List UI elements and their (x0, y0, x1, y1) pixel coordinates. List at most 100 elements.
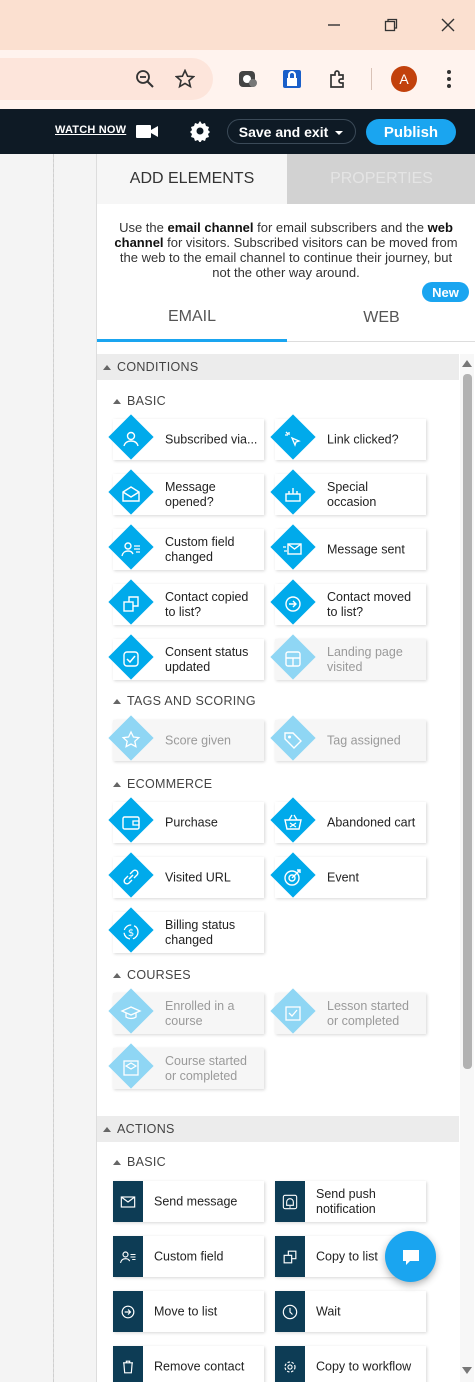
condition-icon-badge: $ (108, 907, 156, 953)
action-label: Move to list (154, 1304, 218, 1318)
user-lines-icon (119, 1250, 136, 1263)
zoom-out-icon[interactable] (133, 67, 157, 91)
channel-intro-text: Use the email channel for email subscrib… (111, 220, 461, 280)
close-icon[interactable] (434, 12, 462, 38)
conditions-label: CONDITIONS (117, 360, 199, 374)
workflow-canvas[interactable] (0, 154, 96, 1382)
menu-dots-icon[interactable] (437, 67, 461, 91)
ecommerce-header[interactable]: ECOMMERCE (113, 777, 212, 791)
collapse-triangle-icon (113, 398, 121, 404)
action-element[interactable]: Send push notification (275, 1181, 426, 1222)
courses-header[interactable]: COURSES (113, 968, 191, 982)
action-icon-badge (113, 1236, 143, 1277)
tab-web[interactable]: WEB (287, 294, 475, 342)
watch-now-link[interactable]: WATCH NOW (55, 124, 126, 136)
condition-element[interactable]: Tag assigned (270, 715, 426, 761)
condition-element[interactable]: Purchase (108, 797, 264, 843)
tags-scoring-header[interactable]: TAGS AND SCORING (113, 694, 256, 708)
actions-section-header[interactable]: ACTIONS (97, 1116, 459, 1142)
collapse-triangle-icon (103, 364, 111, 370)
action-element[interactable]: Wait (275, 1291, 426, 1332)
intro-text-1: Use the (119, 220, 168, 235)
minimize-icon[interactable] (320, 12, 348, 38)
condition-element[interactable]: Consent status updated (108, 634, 264, 680)
action-label: Remove contact (154, 1359, 245, 1373)
condition-element[interactable]: Subscribed via... (108, 414, 264, 460)
scroll-up-icon[interactable] (462, 360, 472, 367)
condition-icon-badge (270, 579, 318, 625)
condition-element[interactable]: Landing page visited (270, 634, 426, 680)
action-icon-badge (113, 1181, 143, 1222)
condition-icon-badge (108, 797, 156, 843)
condition-element[interactable]: Message opened? (108, 469, 264, 515)
condition-icon-badge (270, 988, 318, 1034)
condition-label: Landing page visited (327, 644, 403, 674)
condition-element[interactable]: Contact copied to list? (108, 579, 264, 625)
conditions-basic-header[interactable]: BASIC (113, 394, 166, 408)
condition-element[interactable]: Custom field changed (108, 524, 264, 570)
avatar[interactable]: A (391, 66, 417, 92)
condition-element[interactable]: Special occasion (270, 469, 426, 515)
scroll-down-icon[interactable] (462, 1367, 472, 1374)
action-label: Send push notification (316, 1186, 376, 1216)
tag-icon (284, 732, 302, 749)
tab-add-elements[interactable]: ADD ELEMENTS (97, 154, 287, 204)
condition-element[interactable]: Abandoned cart (270, 797, 426, 843)
condition-icon-badge (108, 715, 156, 761)
tab-email[interactable]: EMAIL (97, 294, 287, 342)
condition-label: Visited URL (165, 870, 231, 884)
extensions-puzzle-icon[interactable] (326, 67, 350, 91)
tab-properties[interactable]: PROPERTIES (287, 154, 475, 204)
action-element[interactable]: Remove contact (113, 1346, 264, 1382)
collapse-triangle-icon (113, 698, 121, 704)
extension-icon[interactable] (236, 67, 260, 91)
password-manager-icon[interactable] (280, 67, 304, 91)
condition-icon-badge (108, 988, 156, 1034)
action-icon-badge (275, 1346, 305, 1382)
condition-element[interactable]: Message sent (270, 524, 426, 570)
action-element[interactable]: Move to list (113, 1291, 264, 1332)
publish-button[interactable]: Publish (366, 119, 456, 145)
chat-button[interactable] (385, 1231, 436, 1282)
condition-element[interactable]: Visited URL (108, 852, 264, 898)
restore-icon[interactable] (377, 12, 405, 38)
gear-icon[interactable] (189, 120, 211, 147)
condition-element[interactable]: Enrolled in a course (108, 988, 264, 1034)
action-label: Copy to workflow (316, 1359, 412, 1373)
bookmark-star-icon[interactable] (173, 67, 197, 91)
condition-icon-badge (270, 469, 318, 515)
condition-element[interactable]: Score given (108, 715, 264, 761)
conditions-section-header[interactable]: CONDITIONS (97, 354, 459, 380)
condition-element[interactable]: Course started or completed (108, 1043, 264, 1089)
collapse-triangle-icon (103, 1126, 111, 1132)
condition-icon-badge (270, 634, 318, 680)
action-element[interactable]: Copy to workflow (275, 1346, 426, 1382)
condition-element[interactable]: Link clicked? (270, 414, 426, 460)
actions-basic-header[interactable]: BASIC (113, 1155, 166, 1169)
trash-icon (123, 1360, 133, 1373)
action-element[interactable]: Custom field (113, 1236, 264, 1277)
actions-label: ACTIONS (117, 1122, 175, 1136)
svg-text:$: $ (128, 928, 134, 939)
checkbox-icon (123, 651, 139, 667)
condition-icon-badge (270, 715, 318, 761)
condition-element[interactable]: Lesson started or completed (270, 988, 426, 1034)
link-icon (123, 869, 139, 885)
condition-element[interactable]: $ Billing status changed (108, 907, 264, 953)
cake-icon (285, 488, 301, 502)
condition-element[interactable]: Contact moved to list? (270, 579, 426, 625)
condition-label: Message opened? (165, 479, 216, 509)
save-and-exit-button[interactable]: Save and exit (227, 119, 356, 144)
condition-icon-badge (108, 634, 156, 680)
condition-icon-badge (270, 524, 318, 570)
condition-element[interactable]: Event (270, 852, 426, 898)
courses-label: COURSES (127, 968, 191, 982)
envelope-icon (120, 1195, 136, 1208)
condition-label: Custom field changed (165, 534, 235, 564)
action-icon-badge (275, 1236, 305, 1277)
action-icon-badge (113, 1346, 143, 1382)
video-camera-icon[interactable] (135, 122, 159, 145)
basic-label: BASIC (127, 394, 167, 408)
action-element[interactable]: Send message (113, 1181, 264, 1222)
scrollbar-thumb[interactable] (463, 374, 472, 1069)
